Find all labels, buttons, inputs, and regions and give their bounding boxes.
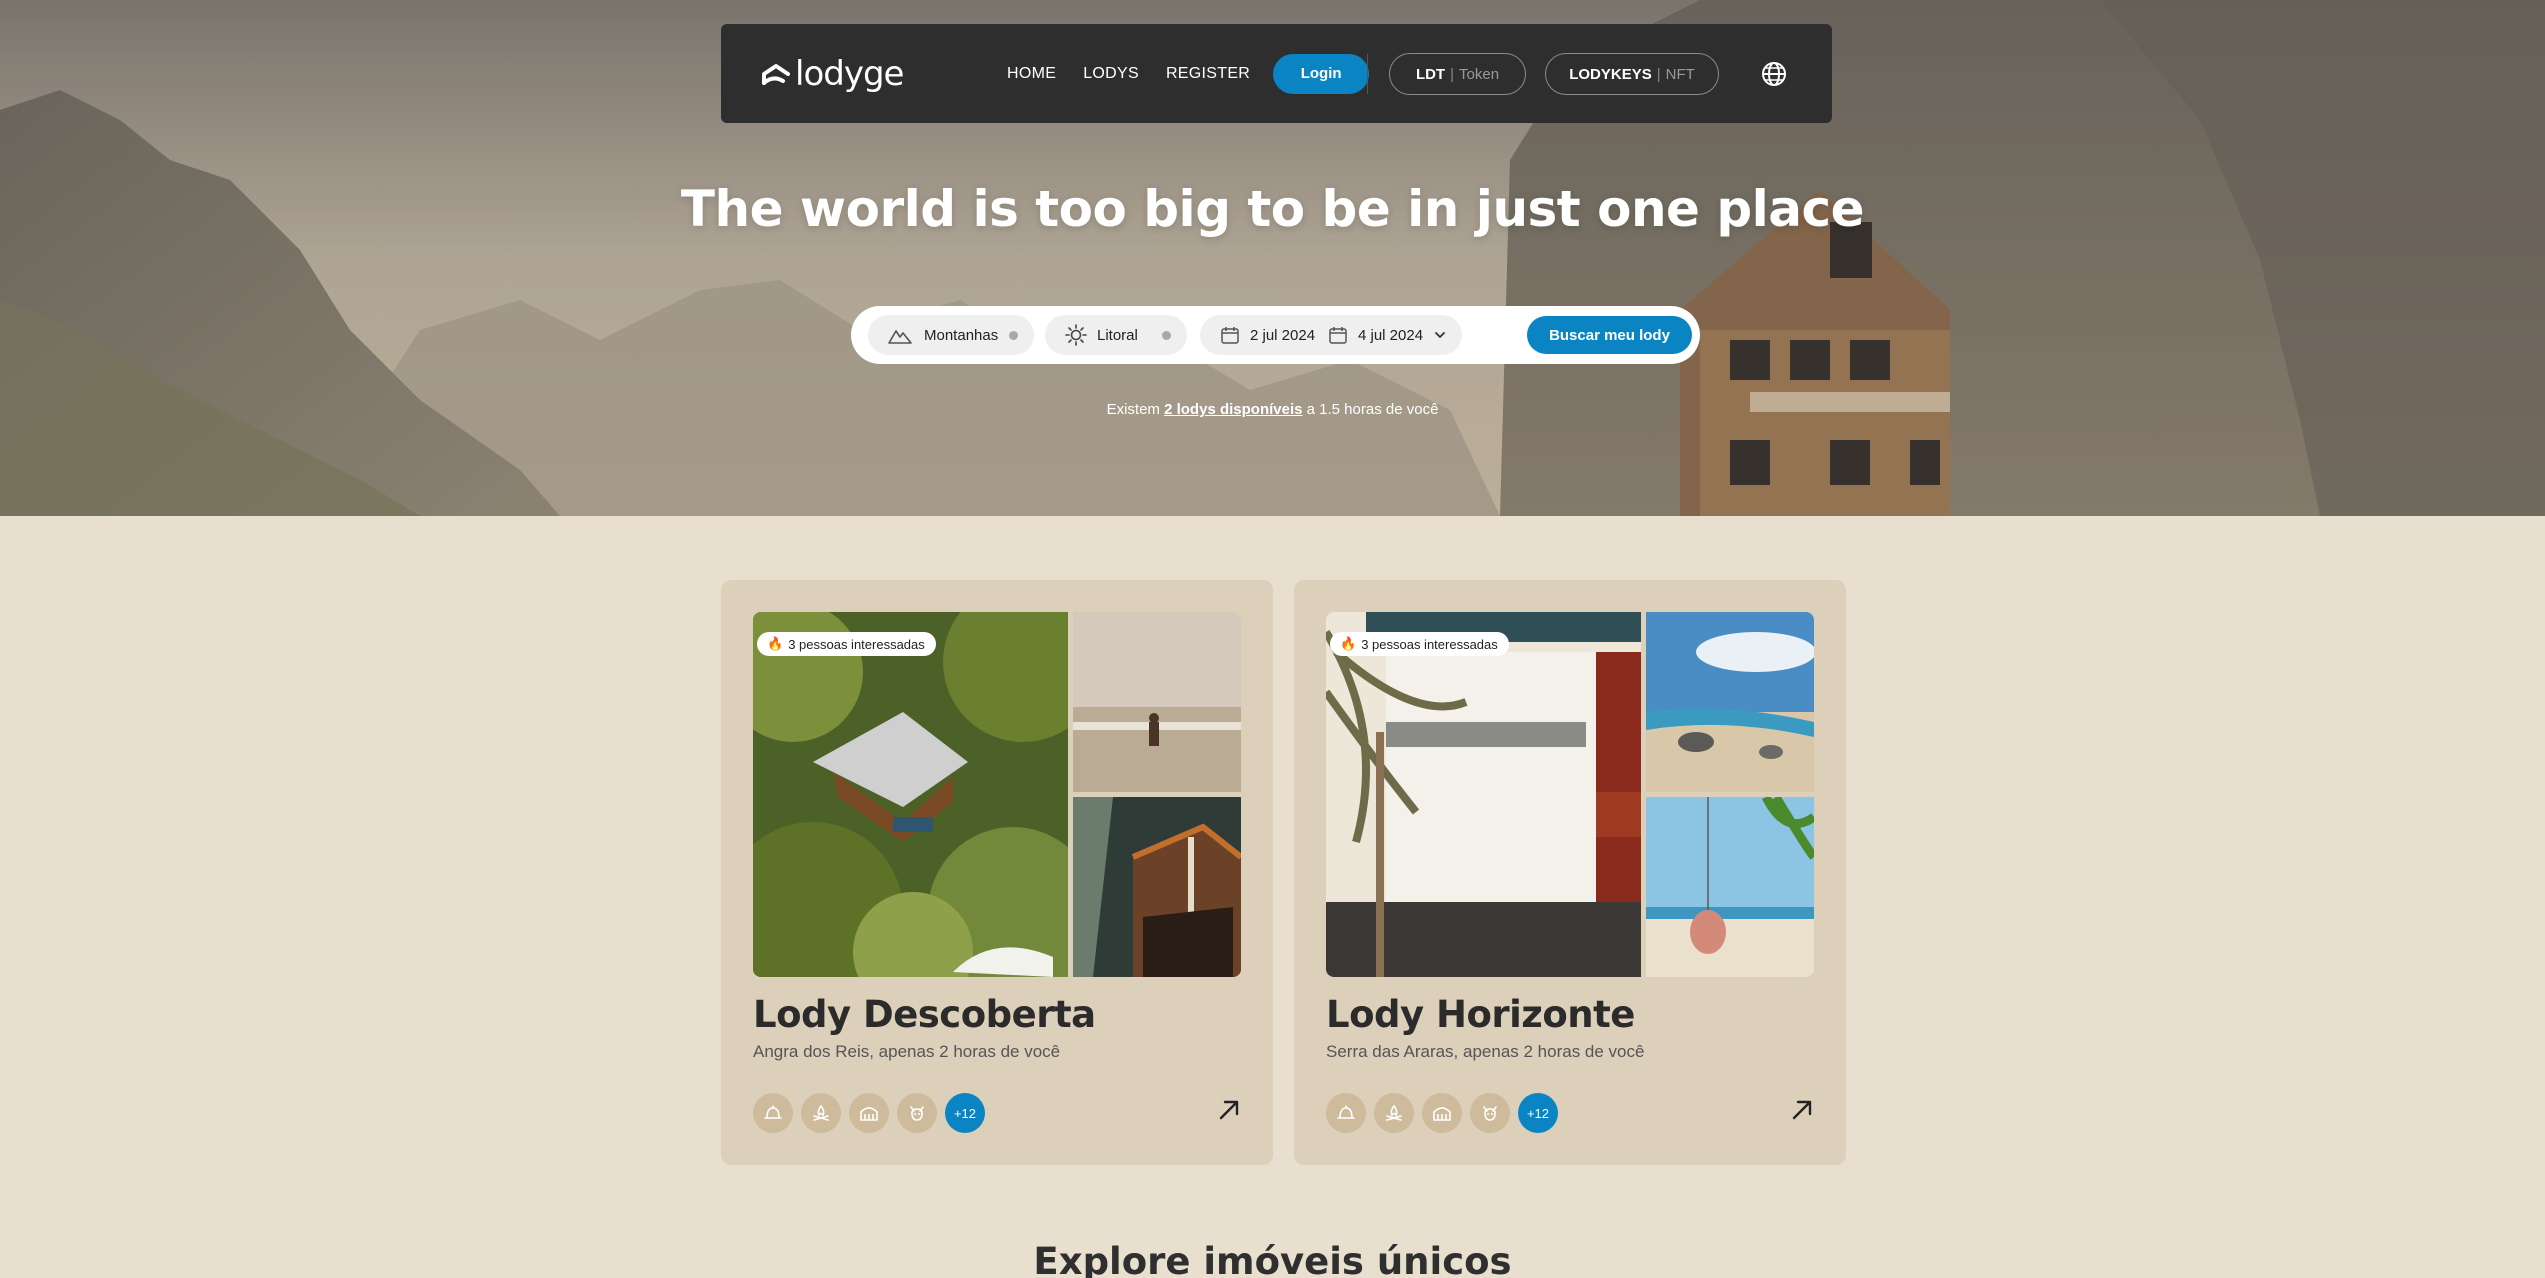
card-gallery[interactable]: 🔥 3 pessoas interessadas: [1326, 612, 1814, 977]
card-title[interactable]: Lody Horizonte: [1326, 993, 1635, 1036]
forest-cabin-photo: [1073, 797, 1241, 977]
beach-villa-photo: [1326, 612, 1641, 977]
filter-remove-dot[interactable]: [1009, 330, 1018, 340]
interest-badge-label: 3 pessoas interessadas: [788, 636, 925, 652]
nav-divider: [1367, 54, 1368, 94]
fire-icon: 🔥: [1340, 636, 1357, 651]
lody-card[interactable]: 🔥 3 pessoas interessadas Lody Descoberta…: [721, 580, 1273, 1165]
card-subtitle: Serra das Araras, apenas 2 horas de você: [1326, 1042, 1645, 1061]
nav-link-register[interactable]: REGISTER: [1166, 65, 1250, 83]
hero-banner: lodyge HOME LODYS REGISTER Login LDT | T…: [0, 0, 2545, 516]
filter-remove-dot[interactable]: [1162, 330, 1171, 340]
calendar-icon: [1221, 327, 1239, 344]
infinity-pool-photo: [1073, 612, 1241, 792]
chevron-down-icon: [1435, 332, 1445, 339]
arrow-up-right-icon[interactable]: [1218, 1099, 1240, 1121]
availability-prefix: Existem: [1106, 401, 1165, 418]
globe-icon[interactable]: [1761, 61, 1787, 87]
calendar-icon: [1329, 327, 1347, 344]
filter-litoral-label: Litoral: [1097, 326, 1138, 344]
login-button[interactable]: Login: [1273, 53, 1370, 94]
ldt-token-button[interactable]: LDT | Token: [1389, 53, 1526, 95]
nav-links: HOME LODYS REGISTER Login: [1007, 24, 1370, 123]
date-from-label: 2 jul 2024: [1250, 326, 1316, 344]
more-amenities-badge[interactable]: +12: [1518, 1093, 1558, 1133]
cloche-icon: [753, 1093, 793, 1133]
filter-litoral-chip[interactable]: Litoral: [1045, 315, 1187, 355]
availability-link[interactable]: 2 lodys disponíveis: [1164, 401, 1302, 418]
campfire-icon: [801, 1093, 841, 1133]
amenity-list: +12: [1326, 1093, 1566, 1133]
availability-text: Existem 2 lodys disponíveis a 1.5 horas …: [0, 401, 2545, 418]
cabin-icon: [849, 1093, 889, 1133]
nav-link-home[interactable]: HOME: [1007, 65, 1056, 83]
pet-icon: [897, 1093, 937, 1133]
search-button[interactable]: Buscar meu lody: [1527, 316, 1692, 354]
jungle-cabin-photo: [753, 612, 1068, 977]
availability-suffix: a 1.5 horas de você: [1302, 401, 1439, 418]
rocky-beach-photo: [1646, 612, 1814, 792]
search-bar: Montanhas Litoral 2 jul 2024 4 jul 2024: [851, 306, 1700, 364]
date-to-label: 4 jul 2024: [1358, 326, 1424, 344]
hammock-chair-photo: [1646, 797, 1814, 977]
mountain-icon: [888, 329, 912, 344]
card-subtitle: Angra dos Reis, apenas 2 horas de você: [753, 1042, 1061, 1061]
lodykeys-divider: |: [1656, 65, 1661, 83]
nav-link-lodys[interactable]: LODYS: [1083, 65, 1139, 83]
card-title[interactable]: Lody Descoberta: [753, 993, 1096, 1036]
filter-montanhas-label: Montanhas: [924, 326, 999, 344]
lody-card[interactable]: 🔥 3 pessoas interessadas Lody Horizonte …: [1294, 580, 1846, 1165]
token-label: Token: [1459, 65, 1500, 83]
brand-logo[interactable]: lodyge: [761, 54, 904, 94]
date-range-picker[interactable]: 2 jul 2024 4 jul 2024: [1200, 315, 1462, 355]
cabin-icon: [1422, 1093, 1462, 1133]
hero-title: The world is too big to be in just one p…: [680, 180, 1865, 238]
amenity-list: +12: [753, 1093, 993, 1133]
sun-icon: [1065, 324, 1087, 346]
cloche-icon: [1326, 1093, 1366, 1133]
lodykeys-nft-button[interactable]: LODYKEYS | NFT: [1545, 53, 1719, 95]
explore-section-title: Explore imóveis únicos: [1033, 1240, 1512, 1278]
logo-text: lodyge: [795, 54, 904, 94]
card-gallery[interactable]: 🔥 3 pessoas interessadas: [753, 612, 1241, 977]
interest-badge: 🔥 3 pessoas interessadas: [1330, 632, 1509, 656]
nft-label: NFT: [1665, 65, 1695, 83]
top-navbar: lodyge HOME LODYS REGISTER Login LDT | T…: [721, 24, 1832, 123]
ldt-divider: |: [1450, 65, 1455, 83]
fire-icon: 🔥: [767, 636, 784, 651]
arrow-up-right-icon[interactable]: [1791, 1099, 1813, 1121]
more-amenities-badge[interactable]: +12: [945, 1093, 985, 1133]
interest-badge: 🔥 3 pessoas interessadas: [757, 632, 936, 656]
filter-montanhas-chip[interactable]: Montanhas: [868, 315, 1034, 355]
ldt-label: LDT: [1415, 65, 1446, 83]
pet-icon: [1470, 1093, 1510, 1133]
campfire-icon: [1374, 1093, 1414, 1133]
logo-house-icon: [762, 64, 790, 85]
lodykeys-label: LODYKEYS: [1569, 65, 1652, 83]
interest-badge-label: 3 pessoas interessadas: [1361, 636, 1498, 652]
